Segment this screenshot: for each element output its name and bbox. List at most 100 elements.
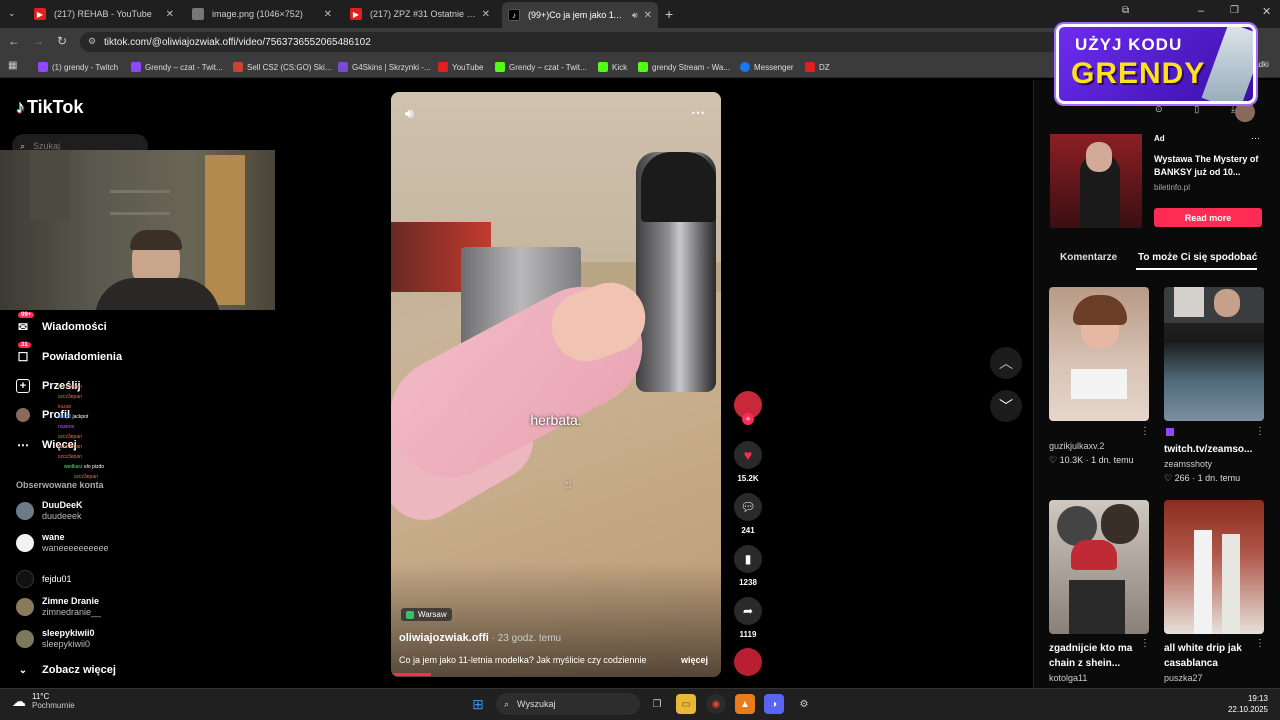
- bookmark-dz[interactable]: DZ: [805, 59, 830, 75]
- taskbar-search-label: Wyszukaj: [517, 699, 556, 709]
- avatar: [16, 502, 34, 520]
- ad-image[interactable]: [1050, 134, 1142, 228]
- recommended-thumbnail[interactable]: [1049, 500, 1149, 634]
- site-info-icon[interactable]: ⚙︎: [88, 36, 96, 47]
- taskbar-search[interactable]: ⌕ Wyszukaj: [496, 693, 640, 715]
- previous-video-button[interactable]: ︿: [990, 347, 1022, 379]
- chat-user: szcz3epan: [58, 384, 82, 390]
- reload-icon[interactable]: ↻: [54, 34, 70, 48]
- more-icon[interactable]: ⋮: [1255, 426, 1265, 437]
- location-tag[interactable]: Warsaw: [401, 608, 452, 621]
- video-progress[interactable]: [391, 673, 431, 676]
- recommended-user[interactable]: kotolga11: [1049, 673, 1087, 683]
- recommended-user[interactable]: guzikjulkaxv.2: [1049, 441, 1104, 451]
- more-icon[interactable]: ⋮: [1140, 426, 1150, 437]
- steam-icon[interactable]: ⚙︎: [794, 694, 814, 714]
- volume-icon[interactable]: 🔊︎: [405, 105, 414, 122]
- apps-grid-icon[interactable]: ▦: [8, 60, 17, 71]
- tab-list-chevron-icon[interactable]: ⌄: [8, 8, 16, 19]
- forward-icon[interactable]: →: [30, 34, 46, 48]
- video-author[interactable]: oliwiajozwiak.offi · 23 godz. temu: [399, 632, 561, 644]
- following-account[interactable]: wane waneeeeeeeeee: [16, 532, 109, 554]
- tab-youtube-rehab[interactable]: ▶ (217) REHAB - YouTube ✕: [28, 0, 180, 28]
- search-icon: ⌕: [504, 698, 510, 709]
- close-icon[interactable]: ✕: [324, 9, 332, 20]
- stream-chat-overlay: szcz3epan szcz3epan kuzab Betg0 jackpot …: [58, 382, 104, 482]
- following-account[interactable]: fejdu01: [16, 570, 72, 588]
- recommended-thumbnail[interactable]: [1164, 500, 1264, 634]
- nav-notifications[interactable]: ☐ 31 Powiadomienia: [16, 342, 123, 364]
- bookmark-kick[interactable]: Kick: [598, 59, 627, 75]
- follow-plus-icon[interactable]: +: [742, 413, 754, 425]
- bookmark-kick-chat[interactable]: Grendy – czat - Twit...: [495, 59, 587, 75]
- ad-title[interactable]: Wystawa The Mystery of BANKSY już od 10.…: [1154, 153, 1262, 179]
- close-icon[interactable]: ✕: [482, 9, 490, 20]
- nav-label: Powiadomienia: [42, 351, 123, 363]
- weather-temp: 11°C: [32, 692, 50, 701]
- file-explorer-icon[interactable]: ▭: [676, 694, 696, 714]
- user-avatar[interactable]: [1235, 102, 1255, 122]
- avatar: [16, 534, 34, 552]
- recommended-title[interactable]: twitch.tv/zeamso...: [1164, 444, 1264, 455]
- player-controls: ⊙ ▯ ⤓: [1155, 104, 1235, 120]
- description-more-link[interactable]: więcej: [681, 655, 708, 665]
- like-button[interactable]: ♥ 15.2K: [733, 441, 763, 483]
- window-close-button[interactable]: ✕: [1262, 5, 1271, 18]
- read-more-button[interactable]: Read more: [1154, 208, 1262, 227]
- video-player[interactable]: herbata. 🔊︎ ⋯ Warsaw oliwiajozwiak.offi …: [391, 92, 721, 677]
- bookmark-sell-cs2[interactable]: Sell CS2 (CS:GO) Ski...: [233, 59, 331, 75]
- see-more-following[interactable]: ⌄ Zobacz więcej: [16, 663, 116, 677]
- recommended-title[interactable]: zgadnijcie kto ma chain z shein...: [1049, 641, 1149, 671]
- tab-tiktok[interactable]: ♪ (99+)Co ja jem jako 11-letni 🔊︎ ✕: [502, 2, 658, 28]
- bookmark-label: Grendy – czat - Twit...: [145, 62, 223, 72]
- more-icon: ⋯: [17, 438, 29, 452]
- tab-recommended[interactable]: To może Ci się spodobać: [1138, 252, 1257, 263]
- sound-disc[interactable]: [733, 648, 763, 676]
- ad-more-icon[interactable]: ⋯: [1251, 133, 1260, 144]
- video-more-icon[interactable]: ⋯: [691, 104, 705, 121]
- device-icon[interactable]: ▯: [1194, 104, 1199, 120]
- nav-messages[interactable]: ✉︎ 99+ Wiadomości: [16, 312, 107, 334]
- share-button[interactable]: ➦ 1119: [733, 597, 763, 639]
- system-clock[interactable]: 19:13 22.10.2025: [1200, 693, 1268, 715]
- bookmark-g4skins[interactable]: G4Skins | Skrzynki -...: [338, 59, 431, 75]
- back-icon[interactable]: ←: [6, 34, 22, 48]
- bookmark-youtube[interactable]: YouTube: [438, 59, 483, 75]
- save-button[interactable]: ▮ 1238: [733, 545, 763, 587]
- recommended-title[interactable]: all white drip jak casablanca: [1164, 641, 1264, 671]
- comment-button[interactable]: 💬︎ 241: [733, 493, 763, 535]
- new-tab-button[interactable]: +: [665, 6, 673, 22]
- following-account[interactable]: sleepykiwii0 sleepykiwii0: [16, 628, 95, 650]
- bookmark-twitch-grendy[interactable]: (1) grendy - Twitch: [38, 59, 118, 75]
- recommended-user[interactable]: puszka27: [1164, 673, 1203, 683]
- next-video-button[interactable]: ﹀: [990, 390, 1022, 422]
- pip-icon[interactable]: ⊙: [1155, 104, 1163, 120]
- address-bar[interactable]: ⚙︎ tiktok.com/@oliwiajozwiak.offi/video/…: [80, 32, 1060, 52]
- minimize-button[interactable]: –: [1198, 5, 1204, 17]
- following-account[interactable]: Zimne Dranie zimnedranie__: [16, 596, 101, 618]
- close-icon[interactable]: ✕: [166, 9, 174, 20]
- weather-widget[interactable]: ☁︎ 11°C Pochmurnie: [12, 692, 75, 710]
- window-icon[interactable]: ⧉: [1122, 5, 1129, 16]
- speaker-icon[interactable]: 🔊︎: [632, 10, 638, 21]
- creator-avatar[interactable]: +: [733, 391, 763, 425]
- bookmark-grendy-stream[interactable]: grendy Stream - Wa...: [638, 59, 730, 75]
- close-icon[interactable]: ✕: [644, 10, 652, 21]
- vlc-icon[interactable]: ▲: [735, 694, 755, 714]
- recommended-thumbnail[interactable]: [1164, 287, 1264, 421]
- windows-start-icon[interactable]: ⊞: [468, 694, 488, 714]
- bookmark-label: G4Skins | Skrzynki -...: [352, 62, 431, 72]
- discord-icon[interactable]: ◑: [764, 694, 784, 714]
- task-view-icon[interactable]: ❐: [647, 694, 667, 714]
- bookmark-twitch-chat[interactable]: Grendy – czat - Twit...: [131, 59, 223, 75]
- tiktok-logo[interactable]: ♪ TikTok: [16, 97, 83, 118]
- following-account[interactable]: DuuDeeK duudeeek: [16, 500, 83, 522]
- maximize-button[interactable]: ❐: [1230, 5, 1239, 16]
- chrome-icon[interactable]: ◉: [706, 694, 726, 714]
- tab-youtube-zpz[interactable]: ▶ (217) ZPZ #31 Ostatnie pytanie ✕: [344, 0, 496, 28]
- recommended-user[interactable]: zeamsshoty: [1164, 459, 1212, 469]
- tab-comments[interactable]: Komentarze: [1060, 252, 1117, 263]
- tab-image[interactable]: image.png (1046×752) ✕: [186, 0, 338, 28]
- bookmark-messenger[interactable]: Messenger: [740, 59, 794, 75]
- recommended-thumbnail[interactable]: [1049, 287, 1149, 421]
